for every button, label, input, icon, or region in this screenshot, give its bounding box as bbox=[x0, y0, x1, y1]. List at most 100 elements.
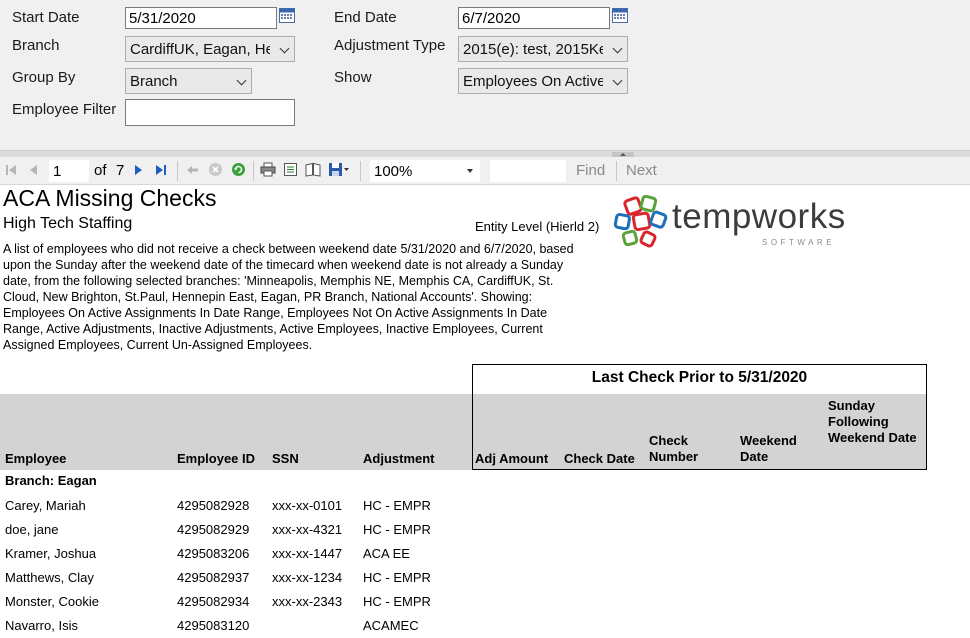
cell-ssn: xxx-xx-1447 bbox=[272, 546, 343, 561]
description-line: date, from the following selected branch… bbox=[3, 274, 554, 288]
show-select-value: Employees On Active bbox=[463, 73, 603, 90]
cell-employee-id: 4295082929 bbox=[177, 522, 250, 537]
last-page-icon[interactable] bbox=[155, 164, 167, 176]
end-date-calendar-icon[interactable] bbox=[612, 8, 628, 23]
page-setup-icon[interactable] bbox=[305, 162, 321, 177]
description-line: A list of employees who did not receive … bbox=[3, 242, 574, 256]
logo-mark-icon bbox=[613, 195, 668, 248]
col-header-weekend-date: Weekend Date bbox=[740, 433, 797, 465]
show-label: Show bbox=[334, 69, 372, 86]
page-number-input[interactable]: 1 bbox=[49, 160, 89, 182]
refresh-icon[interactable] bbox=[231, 162, 246, 177]
cell-employee: Monster, Cookie bbox=[5, 594, 99, 609]
cell-adjustment: HC - EMPR bbox=[363, 594, 431, 609]
cell-employee-id: 4295083120 bbox=[177, 618, 250, 633]
adjustment-type-select-value: 2015(e): test, 2015Key bbox=[463, 41, 603, 58]
find-input[interactable] bbox=[490, 160, 566, 182]
next-page-icon[interactable] bbox=[133, 164, 145, 176]
cell-employee: Kramer, Joshua bbox=[5, 546, 97, 561]
col-header-line: Weekend Date bbox=[828, 430, 917, 445]
description-line: Assigned Employees, Current Un-Assigned … bbox=[3, 338, 313, 352]
cell-ssn: xxx-xx-0101 bbox=[272, 498, 343, 513]
report-description: A list of employees who did not receive … bbox=[3, 241, 603, 353]
last-check-title: Last Check Prior to 5/31/2020 bbox=[591, 369, 808, 386]
cell-ssn: xxx-xx-4321 bbox=[272, 522, 343, 537]
print-layout-icon[interactable] bbox=[283, 162, 298, 177]
col-header-employee-id: Employee ID bbox=[177, 451, 256, 466]
cell-ssn: xxx-xx-2343 bbox=[272, 594, 343, 609]
col-header-sunday-following: Sunday Following Weekend Date bbox=[828, 398, 917, 446]
page-of-label: of bbox=[94, 162, 107, 179]
next-link[interactable]: Next bbox=[626, 162, 657, 179]
first-page-icon[interactable] bbox=[5, 164, 17, 176]
cell-adjustment: HC - EMPR bbox=[363, 522, 431, 537]
cell-employee-id: 4295082928 bbox=[177, 498, 250, 513]
col-header-line: Following bbox=[828, 414, 889, 429]
branch-select-value: CardiffUK, Eagan, Her bbox=[130, 41, 270, 58]
cell-adjustment: ACAMEC bbox=[363, 618, 419, 633]
cell-employee-id: 4295082934 bbox=[177, 594, 250, 609]
group-header-branch: Branch: Eagan bbox=[5, 473, 97, 488]
description-line: Range, Active Adjustments, Inactive Adju… bbox=[3, 322, 543, 336]
cell-adjustment: ACA EE bbox=[363, 546, 410, 561]
chevron-down-icon bbox=[236, 75, 247, 86]
table-row: Matthews, Clay 4295082937 xxx-xx-1234 HC… bbox=[0, 566, 970, 590]
end-date-label: End Date bbox=[334, 9, 397, 26]
previous-page-icon[interactable] bbox=[27, 164, 39, 176]
description-line: Cloud, New Brighton, St.Paul, Hennepin E… bbox=[3, 290, 533, 304]
end-date-input[interactable]: 6/7/2020 bbox=[458, 7, 610, 29]
toolbar-separator bbox=[253, 161, 254, 181]
cell-employee-id: 4295082937 bbox=[177, 570, 250, 585]
toolbar-separator bbox=[360, 161, 361, 181]
col-header-line: Check bbox=[649, 433, 689, 448]
col-header-check-date: Check Date bbox=[564, 451, 635, 466]
branch-select[interactable]: CardiffUK, Eagan, Her bbox=[125, 36, 295, 62]
cell-employee: Carey, Mariah bbox=[5, 498, 86, 513]
branch-label: Branch bbox=[12, 37, 60, 54]
cell-employee: Navarro, Isis bbox=[5, 618, 78, 633]
cell-employee: Matthews, Clay bbox=[5, 570, 94, 585]
logo-subtext: SOFTWARE bbox=[762, 238, 836, 247]
chevron-down-icon bbox=[612, 43, 623, 54]
group-by-select[interactable]: Branch bbox=[125, 68, 252, 94]
table-row: Kramer, Joshua 4295083206 xxx-xx-1447 AC… bbox=[0, 542, 970, 566]
chevron-down-icon bbox=[279, 43, 290, 54]
table-row: Carey, Mariah 4295082928 xxx-xx-0101 HC … bbox=[0, 494, 970, 518]
entity-level: Entity Level (Hierld 2) bbox=[475, 219, 600, 234]
col-header-adjustment: Adjustment bbox=[363, 451, 435, 466]
company-name: High Tech Staffing bbox=[3, 215, 133, 232]
report-title: ACA Missing Checks bbox=[3, 185, 217, 211]
report-toolbar: 1 of 7 100% Find Next bbox=[0, 157, 970, 185]
logo-text: tempworks bbox=[672, 197, 846, 236]
find-link[interactable]: Find bbox=[576, 162, 605, 179]
table-row: Navarro, Isis 4295083120 ACAMEC bbox=[0, 614, 970, 638]
chevron-down-icon bbox=[612, 75, 623, 86]
adjustment-type-select[interactable]: 2015(e): test, 2015Key bbox=[458, 36, 628, 62]
toolbar-separator bbox=[616, 161, 617, 181]
col-header-line: Date bbox=[740, 449, 769, 464]
page-total: 7 bbox=[116, 162, 125, 179]
table-row: doe, jane 4295082929 xxx-xx-4321 HC - EM… bbox=[0, 518, 970, 542]
employee-filter-label: Employee Filter bbox=[12, 101, 117, 118]
report-viewer: ACA Missing Checks High Tech Staffing En… bbox=[0, 185, 970, 637]
start-date-calendar-icon[interactable] bbox=[279, 8, 295, 23]
export-icon[interactable] bbox=[328, 162, 350, 177]
print-icon[interactable] bbox=[260, 162, 276, 177]
cell-adjustment: HC - EMPR bbox=[363, 498, 431, 513]
group-by-select-value: Branch bbox=[130, 73, 178, 90]
back-icon[interactable] bbox=[186, 164, 199, 176]
group-by-label: Group By bbox=[12, 69, 76, 86]
show-select[interactable]: Employees On Active bbox=[458, 68, 628, 94]
zoom-select[interactable]: 100% bbox=[370, 160, 480, 182]
stop-icon[interactable] bbox=[208, 162, 223, 177]
parameter-panel-splitter[interactable] bbox=[0, 150, 970, 157]
adjustment-type-label: Adjustment Type bbox=[334, 37, 446, 54]
chevron-down-icon bbox=[467, 169, 473, 173]
start-date-input[interactable]: 5/31/2020 bbox=[125, 7, 277, 29]
col-header-line: Number bbox=[649, 449, 699, 464]
description-line: upon the Sunday after the weekend date o… bbox=[3, 258, 564, 272]
description-line: Employees On Active Assignments In Date … bbox=[3, 306, 548, 320]
report-parameters-panel: Start Date 5/31/2020 End Date 6/7/2020 B… bbox=[0, 0, 970, 150]
cell-employee-id: 4295083206 bbox=[177, 546, 250, 561]
employee-filter-input[interactable] bbox=[125, 99, 295, 126]
